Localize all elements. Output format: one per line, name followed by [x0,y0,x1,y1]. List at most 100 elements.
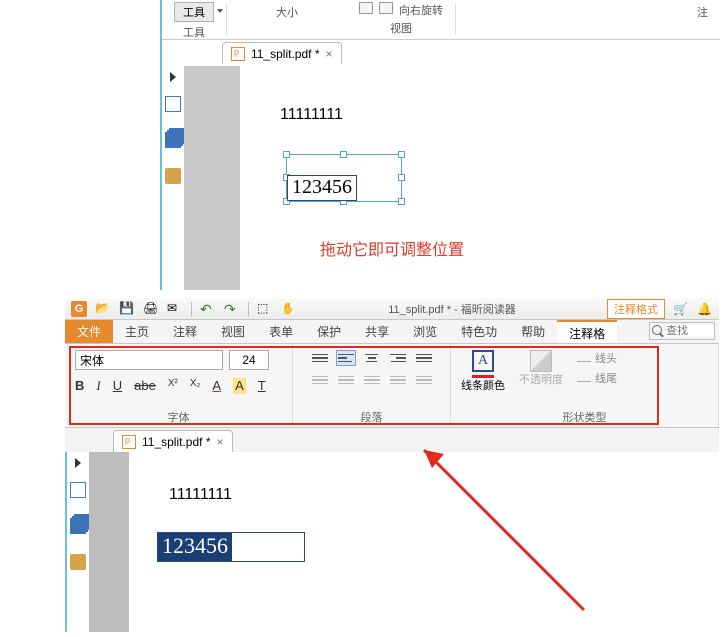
opacity-button[interactable]: 不透明度 [519,350,563,386]
paragraph-group-label: 段落 [303,407,440,425]
page-thumb-icon[interactable] [70,482,86,498]
textbox-editing[interactable]: 123456 [157,532,305,562]
font-group-label: 字体 [75,407,282,425]
document-tab[interactable]: 11_split.pdf * × [222,42,342,64]
line-color-label: 线条颜色 [461,380,505,392]
select-tool-icon[interactable] [257,301,273,317]
rotate-left-icon[interactable] [359,2,373,14]
font-color-button[interactable]: A [212,378,221,394]
line-head-icon [577,354,591,362]
tab-close-button[interactable]: × [326,47,333,61]
undo-icon[interactable] [200,301,216,317]
pages-panel-icon[interactable] [165,132,181,148]
menu-special[interactable]: 特色功 [449,320,509,343]
comments-panel-icon[interactable] [165,168,181,184]
line-spacing-button[interactable] [388,372,408,388]
sidebar-strip [162,66,184,290]
line-color-swatch [472,375,494,378]
resize-handle-br[interactable] [398,198,405,205]
thumbnail-column [184,66,240,290]
line-color-button[interactable]: A 线条颜色 [461,350,505,392]
comments-panel-icon[interactable] [70,554,86,570]
qat-separator [248,302,249,316]
size-label: 大小 [276,4,298,20]
para-dialog-button[interactable] [414,372,434,388]
screenshot-bottom: G 11_split.pdf * - 福昕阅读器 注释格式 🛒 🔔 文件 主页 … [65,298,719,634]
menu-file[interactable]: 文件 [65,320,113,343]
font-size-select[interactable] [229,350,269,370]
highlight-button[interactable]: A [233,378,246,394]
print-icon[interactable] [143,301,159,317]
align-justify-button[interactable] [414,350,434,366]
menu-home[interactable]: 主页 [113,320,161,343]
mail-icon[interactable] [167,301,183,317]
line-tail-button[interactable]: 线尾 [577,370,617,386]
font-family-select[interactable] [75,350,223,370]
page-thumb-icon[interactable] [165,96,181,112]
font-group: B I U abe X² X₂ A A T 字体 [65,344,293,427]
ribbon-group-size: 大小 [227,0,347,39]
menu-annot-format[interactable]: 注释格 [557,320,617,343]
menu-view[interactable]: 视图 [209,320,257,343]
redo-icon[interactable] [224,301,240,317]
textbox-selection[interactable]: 123456 [286,154,402,202]
pages-panel-icon[interactable] [70,518,86,534]
rotate-right-icon[interactable] [379,2,393,14]
hand-tool-icon[interactable] [281,301,297,317]
bold-button[interactable]: B [75,378,84,394]
font-style-row: B I U abe X² X₂ A A T [75,378,266,394]
resize-handle-mr[interactable] [398,174,405,181]
indent-dec-button[interactable] [310,372,330,388]
superscript-button[interactable]: X² [168,378,178,394]
ribbon-top: 工具 工具 大小 向右旋转 视图 注 [162,0,720,40]
text-button[interactable]: T [258,378,266,394]
align-center-button[interactable] [362,350,382,366]
notify-icon[interactable]: 🔔 [697,302,713,316]
menu-protect[interactable]: 保护 [305,320,353,343]
menu-help[interactable]: 帮助 [509,320,557,343]
search-icon [650,323,666,339]
expand-arrow-icon[interactable] [170,72,176,82]
numbering-button[interactable] [362,372,382,388]
document-body-bottom: 11111111 123456 [65,452,719,632]
underline-button[interactable]: U [113,378,122,394]
page-canvas[interactable]: 11111111 123456 拖动它即可调整位置 [240,66,720,290]
page-canvas-bottom[interactable]: 11111111 123456 [129,452,719,632]
resize-handle-tm[interactable] [340,151,347,158]
search-box[interactable] [649,322,715,340]
expand-arrow-icon[interactable] [75,458,81,468]
indent-inc-button[interactable] [336,372,356,388]
resize-handle-tl[interactable] [283,151,290,158]
quick-access-toolbar: G 11_split.pdf * - 福昕阅读器 注释格式 🛒 🔔 [65,298,719,320]
open-icon[interactable] [95,301,111,317]
resize-handle-tr[interactable] [398,151,405,158]
pdf-icon [122,435,136,449]
strike-button[interactable]: abe [134,378,156,394]
search-input[interactable] [666,325,714,337]
rotate-right-label: 向右旋转 [399,2,443,18]
italic-button[interactable]: I [96,378,100,394]
rotate-icons: 向右旋转 [359,2,443,18]
menu-share[interactable]: 共享 [353,320,401,343]
document-tab-bottom[interactable]: 11_split.pdf * × [113,430,233,452]
save-icon[interactable] [119,301,135,317]
line-head-button[interactable]: 线头 [577,350,617,366]
opacity-label: 不透明度 [519,374,563,386]
paragraph-group: 段落 [293,344,451,427]
tool-dropdown-button[interactable]: 工具 [174,2,214,22]
ribbon-group-tool: 工具 工具 [162,0,226,39]
textbox-cursor-area[interactable] [232,533,272,561]
textbox-content[interactable]: 123456 [287,175,357,201]
cart-icon[interactable]: 🛒 [673,302,689,316]
bullets-button[interactable] [310,350,330,366]
align-left-button[interactable] [336,350,356,366]
menu-browse[interactable]: 浏览 [401,320,449,343]
line-ends: 线头 线尾 [577,350,617,386]
annotation-hint-text: 拖动它即可调整位置 [320,236,464,260]
align-right-button[interactable] [388,350,408,366]
menu-form[interactable]: 表单 [257,320,305,343]
subscript-button[interactable]: X₂ [190,378,201,394]
tab-close-button-bottom[interactable]: × [217,435,224,449]
view-label: 视图 [390,20,412,36]
menu-annotate[interactable]: 注释 [161,320,209,343]
